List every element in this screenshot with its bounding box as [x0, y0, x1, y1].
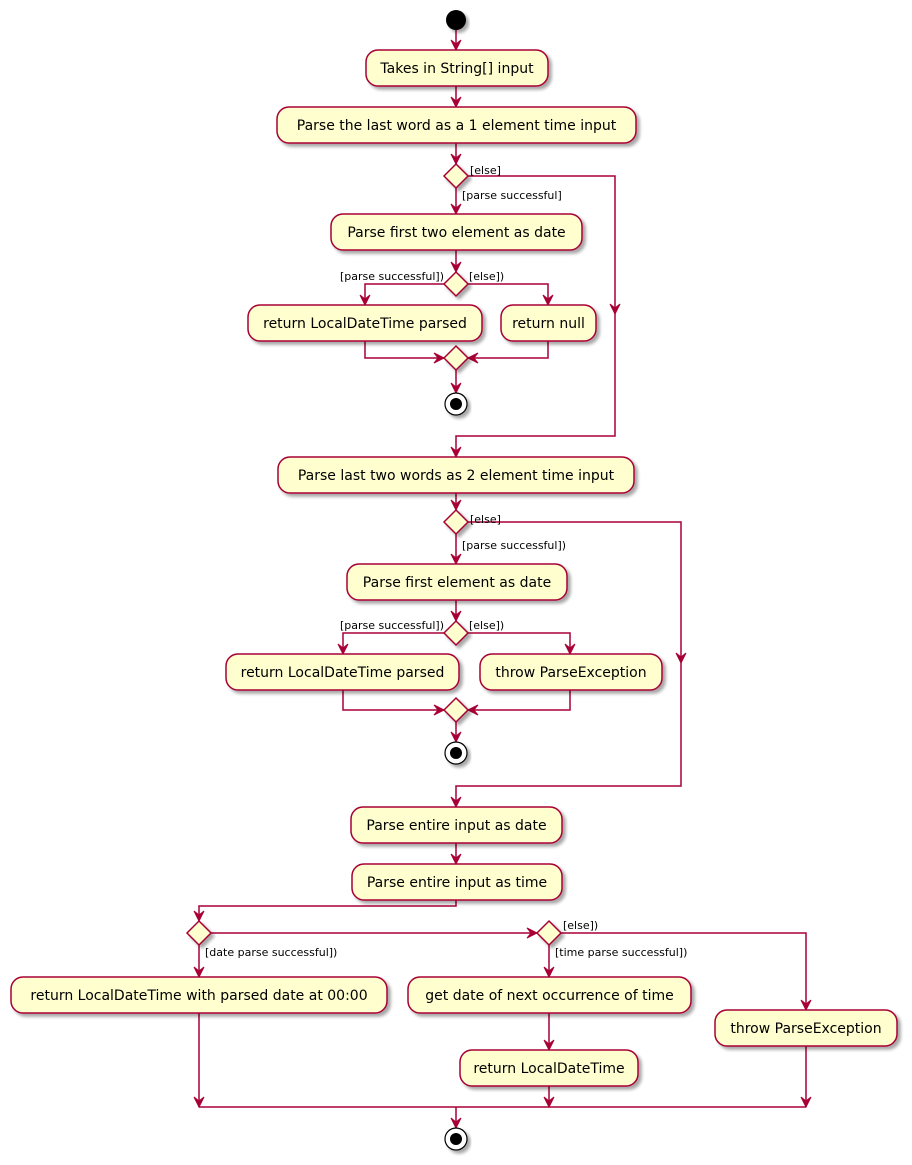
guard-label: [parse successful] [462, 189, 562, 202]
activity-a7: Parse first element as date [346, 563, 568, 601]
guard-label: [parse successful]) [462, 539, 566, 552]
activity-label: return LocalDateTime parsed [263, 316, 467, 332]
activity-a13: get date of next occurrence of time [407, 976, 692, 1014]
guard-label: [parse successful]) [340, 270, 444, 283]
decision-diamond [442, 344, 470, 372]
activity-a3: Parse first two element as date [330, 213, 583, 251]
activity-label: Parse the last word as a 1 element time … [297, 118, 617, 134]
activity-diagram: Takes in String[] input Parse the last wo… [10, 10, 898, 1151]
flow-edge [198, 900, 457, 921]
flow-edge [468, 283, 549, 305]
activity-label: get date of next occurrence of time [425, 988, 673, 1004]
nodes: Takes in String[] input Parse the last wo… [10, 10, 898, 1151]
activity-label: Parse first element as date [363, 575, 551, 591]
guard-label: [else]) [563, 919, 598, 932]
end-node [444, 1127, 468, 1151]
activity-a10: Parse entire input as date [350, 806, 563, 844]
activity-a5: return null [500, 304, 597, 342]
activity-label: Parse entire input as time [367, 875, 547, 891]
guard-label: [else]) [469, 619, 504, 632]
activity-a9: throw ParseException [479, 653, 663, 691]
activity-label: return LocalDateTime with parsed date at… [30, 988, 367, 1004]
flow-edge [468, 341, 549, 359]
decision-diamond [442, 162, 470, 190]
decision-diamond [185, 919, 213, 947]
decision-diamond [535, 919, 563, 947]
guard-label: [else]) [469, 270, 504, 283]
guard-label: [else] [470, 164, 501, 177]
decision-diamond [442, 508, 470, 536]
guard-label: [else] [470, 513, 501, 526]
activity-a11: Parse entire input as time [351, 863, 563, 901]
decision-diamond [442, 696, 470, 724]
guard-label: [date parse successful]) [205, 946, 337, 959]
activity-label: Parse last two words as 2 element time i… [298, 468, 615, 484]
end-node [444, 392, 468, 416]
activity-label: return LocalDateTime parsed [241, 665, 445, 681]
flow-edge [364, 283, 444, 305]
activity-label: Takes in String[] input [379, 61, 534, 77]
activity-a8: return LocalDateTime parsed [225, 653, 460, 691]
activity-a4: return LocalDateTime parsed [247, 304, 483, 342]
flow-edge [342, 690, 444, 711]
end-node [444, 741, 468, 765]
decision-diamond [442, 270, 470, 298]
activity-a2: Parse the last word as a 1 element time … [276, 106, 637, 144]
activity-a15: throw ParseException [714, 1009, 898, 1047]
start-node [446, 10, 466, 30]
flow-edge [468, 690, 571, 711]
activity-a6: Parse last two words as 2 element time i… [277, 456, 635, 494]
decision-diamond [442, 619, 470, 647]
activity-label: Parse entire input as date [366, 818, 546, 834]
activity-a12: return LocalDateTime with parsed date at… [10, 976, 388, 1014]
flow-edge [468, 632, 571, 654]
flow-edge [342, 632, 444, 654]
activity-a14: return LocalDateTime [459, 1049, 639, 1087]
activity-label: return null [512, 316, 585, 332]
activity-label: throw ParseException [495, 665, 646, 681]
activity-label: Parse first two element as date [347, 225, 565, 241]
activity-a1: Takes in String[] input [365, 49, 549, 87]
activity-label: throw ParseException [730, 1021, 881, 1037]
activity-label: return LocalDateTime [473, 1061, 624, 1077]
flow-edge [364, 341, 444, 359]
guard-label: [parse successful]) [340, 619, 444, 632]
guard-label: [time parse successful]) [555, 946, 687, 959]
